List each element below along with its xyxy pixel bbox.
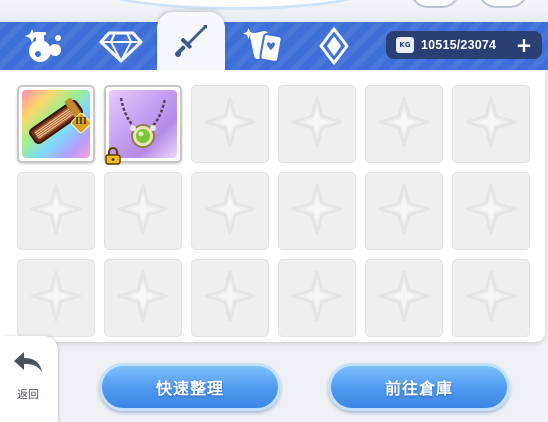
lock-icon [104,147,122,165]
empty-inventory-slot[interactable] [191,172,269,250]
quick-sort-label: 快速整理 [155,379,224,398]
empty-inventory-slot[interactable] [17,172,95,250]
empty-inventory-slot[interactable] [365,172,443,250]
tab-diamond[interactable] [92,22,150,70]
rank-label: III [75,116,87,127]
go-to-warehouse-label: 前往倉庫 [384,379,453,398]
empty-slot-star-icon [28,181,84,241]
inventory-slot-guzheng-instrument[interactable]: III [17,85,95,163]
empty-slot-star-icon [28,268,84,328]
inventory-slot-green-gem-necklace[interactable] [104,85,182,165]
empty-slot-star-icon [289,94,345,154]
crystal-icon [314,26,354,66]
tab-cards[interactable] [236,22,294,70]
inventory-grid: III [17,85,530,337]
capacity-value: 10515/23074 [421,38,497,52]
empty-inventory-slot[interactable] [104,259,182,337]
empty-slot-star-icon [463,181,519,241]
inventory-capacity: KG 10515/23074 + [386,31,542,59]
tab-potion[interactable] [16,22,74,70]
diamond-gem-icon [99,29,143,63]
empty-slot-star-icon [463,94,519,154]
cards-icon [242,26,288,66]
empty-inventory-slot[interactable] [365,259,443,337]
potion-flask-icon [22,26,68,66]
empty-inventory-slot[interactable] [191,85,269,163]
empty-inventory-slot[interactable] [278,172,356,250]
empty-inventory-slot[interactable] [452,172,530,250]
back-arrow-icon [12,350,44,380]
empty-slot-star-icon [202,181,258,241]
empty-slot-star-icon [115,268,171,328]
inventory-tab-bar: KG 10515/23074 + [0,12,548,70]
tab-crystal[interactable] [305,22,363,70]
sword-icon [171,21,211,61]
weight-icon: KG [396,37,414,53]
back-button[interactable] [0,336,58,422]
expand-capacity-button[interactable]: + [514,35,534,55]
empty-slot-star-icon [289,268,345,328]
empty-slot-star-icon [202,94,258,154]
empty-slot-star-icon [115,181,171,241]
empty-inventory-slot[interactable] [452,259,530,337]
tab-equipment[interactable] [157,12,225,70]
empty-inventory-slot[interactable] [104,172,182,250]
empty-inventory-slot[interactable] [365,85,443,163]
empty-inventory-slot[interactable] [191,259,269,337]
empty-slot-star-icon [376,268,432,328]
empty-inventory-slot[interactable] [278,259,356,337]
empty-slot-star-icon [289,181,345,241]
empty-inventory-slot[interactable] [278,85,356,163]
empty-inventory-slot[interactable] [17,259,95,337]
empty-slot-star-icon [202,268,258,328]
empty-slot-star-icon [463,268,519,328]
empty-slot-star-icon [376,181,432,241]
empty-slot-star-icon [376,94,432,154]
inventory-panel: III [0,70,545,342]
go-to-warehouse-button[interactable]: 前往倉庫 [328,363,510,411]
quick-sort-button[interactable]: 快速整理 [99,363,281,411]
back-label: 返回 [17,388,39,401]
empty-inventory-slot[interactable] [452,85,530,163]
